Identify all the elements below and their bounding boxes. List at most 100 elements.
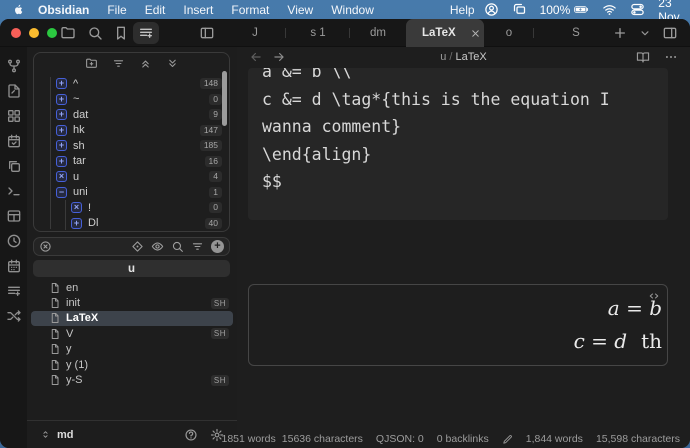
expand-box-icon[interactable]: − <box>56 187 67 198</box>
bookmark-icon[interactable] <box>113 25 129 41</box>
layout-table-icon[interactable] <box>6 208 22 224</box>
file-item[interactable]: en <box>27 280 237 295</box>
battery-status[interactable]: 100% <box>540 2 590 17</box>
expand-all-icon[interactable] <box>166 57 179 70</box>
graph-icon[interactable] <box>6 58 22 74</box>
expand-box-icon[interactable]: + <box>56 156 67 167</box>
user-account-icon[interactable] <box>484 2 499 17</box>
expand-box-icon[interactable]: + <box>56 109 67 120</box>
tree-item[interactable]: +^148 <box>34 76 229 92</box>
tree-item[interactable]: −uni1 <box>34 185 229 201</box>
tree-item[interactable]: ×u4 <box>34 169 229 185</box>
expand-box-icon[interactable]: × <box>56 171 67 182</box>
editor-pane: u/LaTeX a &= b \\ c &= d \tag*{this is t… <box>237 47 690 448</box>
eye-icon[interactable] <box>151 240 164 253</box>
new-card-button[interactable] <box>133 22 159 44</box>
menu-edit[interactable]: Edit <box>136 3 175 17</box>
menu-insert[interactable]: Insert <box>174 3 222 17</box>
tree-search-bar[interactable]: + <box>33 237 230 256</box>
tab-s1[interactable]: s 1 <box>286 19 350 47</box>
calendar-check-icon[interactable] <box>6 133 22 149</box>
tree-item-label: uni <box>73 186 88 198</box>
zoom-window-button[interactable] <box>47 28 57 38</box>
wifi-icon[interactable] <box>602 2 617 17</box>
close-window-button[interactable] <box>11 28 21 38</box>
vault-chevron-icon <box>40 429 51 440</box>
expand-box-icon[interactable]: + <box>56 78 67 89</box>
filter-small-icon[interactable] <box>191 240 204 253</box>
file-item[interactable]: VSH <box>27 326 237 341</box>
filter-icon[interactable] <box>112 57 125 70</box>
open-folder-icon[interactable] <box>60 25 76 41</box>
tree-item[interactable]: +hk147 <box>34 123 229 139</box>
tab-dm[interactable]: dm <box>350 19 406 47</box>
menu-view[interactable]: View <box>278 3 322 17</box>
file-item[interactable]: initSH <box>27 295 237 310</box>
battery-icon <box>574 2 589 17</box>
battery-percent-label: 100% <box>540 3 571 17</box>
search-small-icon[interactable] <box>171 240 184 253</box>
status-backlinks[interactable]: 0 backlinks <box>437 433 489 445</box>
tab-o[interactable]: o <box>484 19 534 47</box>
active-filter-pill[interactable]: u <box>33 260 230 277</box>
tree-item-count: 0 <box>209 94 222 105</box>
menu-format[interactable]: Format <box>222 3 278 17</box>
tree-item[interactable]: ×!0 <box>34 200 229 216</box>
math-line-1: a = b <box>574 292 662 325</box>
help-icon[interactable] <box>184 428 198 442</box>
status-bar: 1851 words 15636 characters QJSON: 0 0 b… <box>221 430 680 448</box>
tab-s[interactable]: S <box>534 19 618 47</box>
vault-switcher[interactable]: md <box>27 420 237 448</box>
toggle-left-sidebar-icon[interactable] <box>199 25 215 41</box>
latex-code-block[interactable]: a &= b \\ c &= d \tag*{this is the equat… <box>248 68 668 220</box>
menu-app-name[interactable]: Obsidian <box>29 3 98 17</box>
file-item[interactable]: y (1) <box>27 357 237 372</box>
file-icon <box>49 343 61 355</box>
copy-pages-icon[interactable] <box>6 158 22 174</box>
close-tab-icon[interactable] <box>470 28 481 39</box>
expand-box-icon[interactable]: + <box>56 94 67 105</box>
tab-latex-active[interactable]: LaTeX <box>406 19 484 47</box>
new-tab-icon[interactable] <box>612 25 628 41</box>
file-item-selected[interactable]: LaTeX <box>31 311 233 326</box>
tab-list-chevron-icon[interactable] <box>638 26 652 40</box>
toggle-right-sidebar-icon[interactable] <box>662 25 678 41</box>
tree-scrollbar[interactable] <box>222 71 227 126</box>
menu-help[interactable]: Help <box>441 3 484 17</box>
tree-item[interactable]: +Dl40 <box>34 216 229 232</box>
new-card-ribbon-icon[interactable] <box>6 283 22 299</box>
expand-box-icon[interactable]: + <box>71 218 82 229</box>
new-folder-icon[interactable] <box>85 57 98 70</box>
expand-box-icon[interactable]: × <box>71 202 82 213</box>
code-line: c &= d \tag*{this is the equation I <box>262 86 654 114</box>
expand-box-icon[interactable]: + <box>56 140 67 151</box>
file-item[interactable]: y-SSH <box>27 372 237 387</box>
blocks-grid-icon[interactable] <box>6 108 22 124</box>
calendar-icon[interactable] <box>6 258 22 274</box>
expand-box-icon[interactable]: + <box>56 125 67 136</box>
tree-item-count: 40 <box>205 218 222 229</box>
note-compose-icon[interactable] <box>6 83 22 99</box>
edit-mode-pencil-icon[interactable] <box>502 434 513 445</box>
tree-item[interactable]: +sh185 <box>34 138 229 154</box>
control-center-icon[interactable] <box>630 2 645 17</box>
add-filter-icon[interactable]: + <box>211 240 224 253</box>
search-icon[interactable] <box>87 25 103 41</box>
stacked-windows-icon[interactable] <box>512 2 527 17</box>
terminal-icon[interactable] <box>6 183 22 199</box>
file-item[interactable]: y <box>27 342 237 357</box>
clock-icon[interactable] <box>6 233 22 249</box>
tree-item[interactable]: +tar16 <box>34 154 229 170</box>
menu-window[interactable]: Window <box>322 3 383 17</box>
tree-item[interactable]: +~0 <box>34 92 229 108</box>
clear-search-icon[interactable] <box>39 240 52 253</box>
minimize-window-button[interactable] <box>29 28 39 38</box>
apple-menu-icon[interactable] <box>12 2 25 17</box>
locate-icon[interactable] <box>131 240 144 253</box>
tree-item[interactable]: +dat9 <box>34 107 229 123</box>
shuffle-icon[interactable] <box>6 308 22 324</box>
collapse-all-icon[interactable] <box>139 57 152 70</box>
rendered-math-block[interactable]: a = b c = dth <box>248 284 668 366</box>
tab-j[interactable]: J <box>224 19 286 47</box>
menu-file[interactable]: File <box>98 3 135 17</box>
